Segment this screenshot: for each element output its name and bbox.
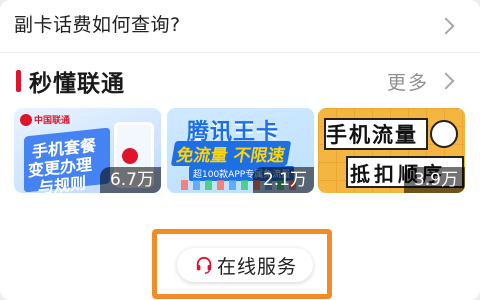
view-count: 3.9万	[403, 167, 465, 193]
headset-icon	[196, 256, 212, 274]
chevron-right-icon	[437, 72, 455, 90]
unicom-logo-icon	[20, 114, 32, 126]
view-count: 2.1万	[252, 167, 314, 193]
badge-icon	[430, 120, 458, 148]
logo-text: 中国联通	[34, 116, 71, 126]
faq-question: 副卡话费如何查询?	[14, 14, 181, 36]
online-service-highlight: 在线服务	[152, 229, 332, 299]
section-accent-bar	[16, 70, 21, 92]
faq-item[interactable]: 副卡话费如何查询?	[0, 0, 480, 53]
chevron-right-icon	[437, 17, 455, 35]
video-thumb-data-order[interactable]: 手机流量 抵扣顺序 3.9万	[318, 108, 465, 193]
video-thumb-plan-change[interactable]: 中国联通 手机套餐 变更办理 与规则 6.7万	[14, 108, 161, 193]
section-title: 秒懂联通	[29, 71, 125, 97]
thumb-title-line: 手机流量	[326, 123, 418, 147]
cross-icon	[122, 148, 138, 164]
video-thumb-tencent-card[interactable]: 腾讯王卡 免流量 不限速 超100款APP专属免流量 2.1万	[167, 108, 314, 193]
content-card: 副卡话费如何查询? 秒懂联通 更多 中国联通 手机套餐 变更办理 与规则 6.7…	[0, 0, 480, 300]
thumb-title-line: 与规则	[38, 173, 87, 193]
view-count: 6.7万	[99, 167, 161, 193]
more-label: 更多	[387, 72, 430, 94]
online-service-button[interactable]: 在线服务	[177, 248, 313, 282]
thumb-title-line: 免流量 不限速	[170, 141, 292, 166]
online-service-label: 在线服务	[217, 256, 298, 278]
